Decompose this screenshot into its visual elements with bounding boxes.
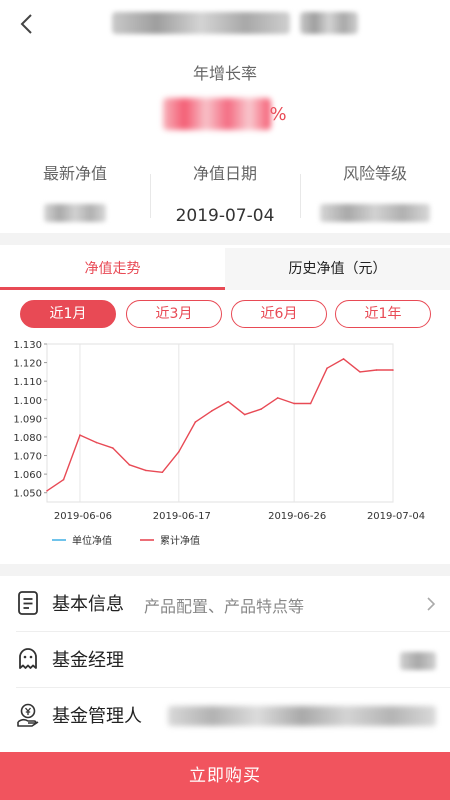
x-tick-label: 2019-07-04 — [367, 511, 425, 522]
period-6-month-button[interactable]: 近6月 — [231, 300, 327, 328]
data-point — [79, 434, 81, 436]
chevron-left-icon[interactable] — [14, 10, 40, 38]
section-gap — [0, 233, 450, 245]
x-tick-label: 2019-06-26 — [268, 511, 326, 522]
risk-level-redacted — [320, 204, 430, 222]
data-point — [178, 451, 180, 453]
stat-nav-date: 净值日期 2019-07-04 — [150, 150, 300, 230]
plot-frame — [46, 343, 394, 503]
fund-name-redacted — [112, 12, 290, 34]
row-title: 基本信息 — [52, 594, 124, 615]
y-tick-label: 1.050 — [13, 489, 42, 500]
period-1-month-button[interactable]: 近1月 — [20, 300, 116, 328]
row-title: 基金经理 — [52, 650, 124, 671]
growth-rate-label: 年增长率 — [192, 64, 257, 83]
yen-hand-icon — [17, 703, 39, 727]
stat-label: 最新净值 — [42, 164, 107, 183]
growth-rate-value: % — [0, 98, 450, 130]
fund-company-redacted — [168, 706, 436, 726]
active-tab-indicator — [0, 287, 225, 290]
tab-nav-trend[interactable]: 净值走势 — [0, 248, 225, 290]
data-point — [112, 447, 114, 449]
data-point — [326, 367, 328, 369]
data-point — [62, 478, 65, 481]
stat-risk-level: 风险等级 — [300, 150, 450, 230]
data-point — [293, 402, 295, 405]
data-point — [359, 371, 361, 373]
nav-line-chart: 1.050 1.060 1.070 1.080 1.090 1.100 1.110 1.120… — [13, 340, 425, 547]
data-point — [161, 471, 164, 474]
y-tick-label: 1.080 — [13, 433, 42, 444]
legend-label: 累计净值 — [160, 534, 200, 547]
stat-value: 2019-07-04 — [175, 206, 275, 226]
data-point — [260, 408, 262, 410]
data-point — [227, 400, 230, 403]
chart-tabs: 净值走势 历史净值（元） — [0, 248, 450, 290]
y-tick-label: 1.120 — [13, 359, 42, 370]
section-gap — [0, 564, 450, 576]
document-icon — [18, 591, 38, 615]
data-point — [392, 369, 394, 371]
stat-latest-nav: 最新净值 — [0, 150, 150, 230]
data-point — [276, 397, 279, 399]
y-tick-label: 1.130 — [13, 340, 42, 351]
data-point — [95, 441, 98, 444]
data-point — [194, 421, 197, 423]
period-1-year-button[interactable]: 近1年 — [335, 300, 431, 328]
y-tick-label: 1.070 — [13, 452, 42, 463]
y-tick-label: 1.060 — [13, 470, 42, 481]
stat-label: 净值日期 — [192, 164, 257, 183]
fund-code-redacted — [300, 12, 358, 34]
legend-label: 单位净值 — [72, 534, 112, 547]
tab-history-nav[interactable]: 历史净值（元） — [225, 248, 450, 290]
row-description: 产品配置、产品特点等 — [144, 597, 305, 616]
data-point — [210, 410, 213, 412]
y-tick-label: 1.090 — [13, 414, 42, 425]
y-tick-label: 1.100 — [13, 396, 42, 407]
chevron-right-icon — [427, 597, 436, 611]
data-point — [342, 358, 345, 360]
stat-label: 风险等级 — [342, 164, 407, 183]
latest-nav-redacted — [44, 204, 106, 222]
period-3-month-button[interactable]: 近3月 — [126, 300, 222, 328]
row-fund-company[interactable]: 基金管理人 — [0, 688, 450, 744]
data-point — [46, 490, 48, 492]
row-title: 基金管理人 — [52, 706, 142, 727]
data-point — [309, 402, 312, 405]
period-selector: 近1月 近3月 近6月 近1年 — [0, 300, 450, 330]
data-point — [128, 464, 131, 466]
person-icon — [19, 648, 37, 669]
fund-manager-redacted — [400, 652, 436, 670]
series-line-cumulative-nav — [46, 358, 393, 492]
buy-now-button[interactable]: 立即购买 — [0, 752, 450, 800]
top-bar — [0, 0, 450, 50]
row-basic-info[interactable]: 基本信息 产品配置、产品特点等 — [0, 576, 450, 632]
row-fund-manager[interactable]: 基金经理 — [0, 632, 450, 688]
x-tick-label: 2019-06-17 — [153, 511, 211, 522]
percent-sign: % — [269, 103, 287, 125]
data-point — [145, 469, 147, 472]
fund-stats: 最新净值 净值日期 2019-07-04 风险等级 — [0, 150, 450, 230]
data-point — [375, 369, 378, 371]
y-tick-label: 1.110 — [13, 377, 42, 388]
x-tick-label: 2019-06-06 — [54, 511, 112, 522]
data-point — [243, 413, 246, 416]
growth-rate-redacted — [163, 98, 272, 130]
